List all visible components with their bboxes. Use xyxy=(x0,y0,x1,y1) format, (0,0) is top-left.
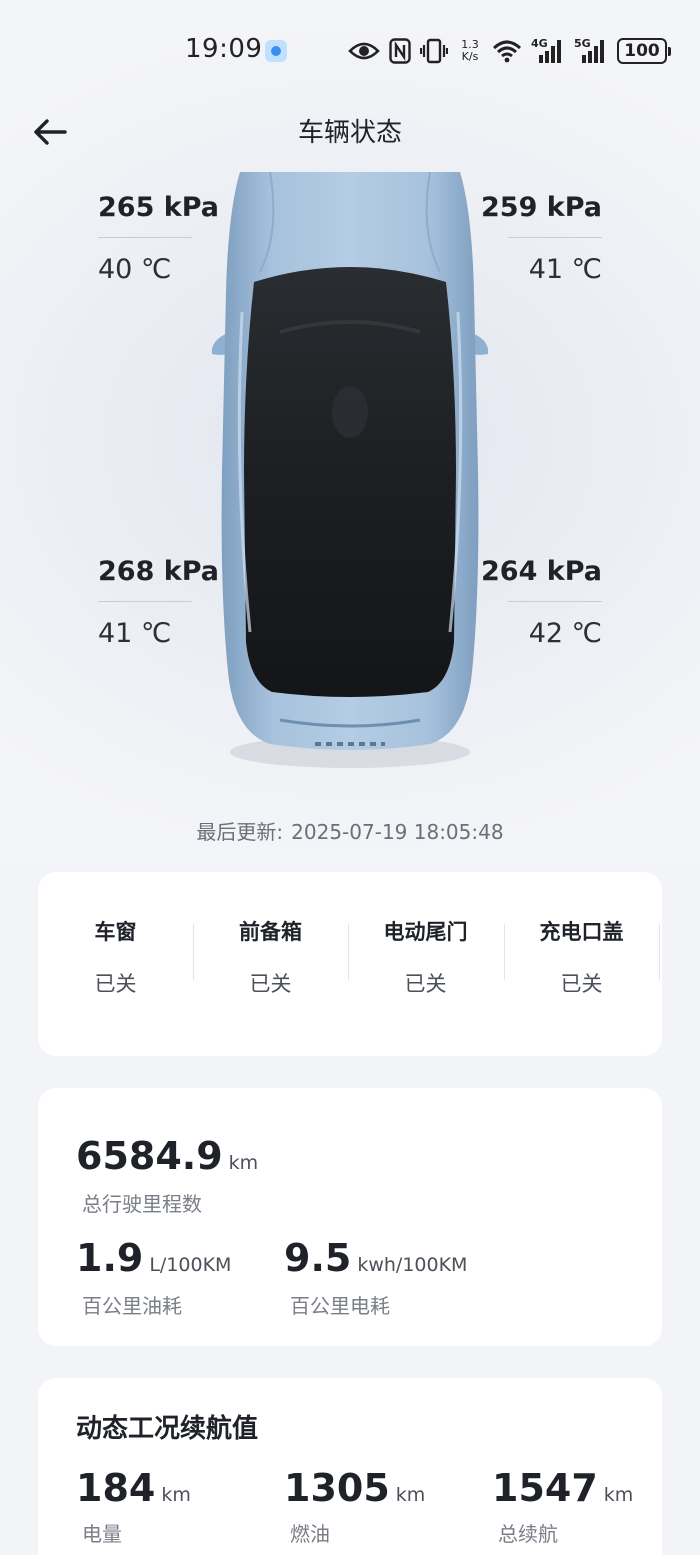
last-update: 最后更新: 2025-07-19 18:05:48 xyxy=(0,816,700,845)
range-value: 1305 xyxy=(284,1466,390,1510)
range-title: 动态工况续航值 xyxy=(76,1414,259,1444)
fuel-value: 1.9 xyxy=(76,1236,144,1280)
network-speed: 1.3 K/s xyxy=(457,39,483,63)
doors-status-card: 车窗 已关 前备箱 已关 电动尾门 已关 充电口盖 已关 xyxy=(38,872,662,1056)
divider xyxy=(98,237,192,238)
tire-temperature: 41 ℃ xyxy=(528,254,602,285)
tire-pressure: 264 kPa xyxy=(481,556,602,587)
divider xyxy=(508,237,602,238)
odometer-unit: km xyxy=(228,1152,259,1174)
power-consumption: 9.5 kwh/100KM xyxy=(284,1236,467,1280)
power-value: 9.5 xyxy=(284,1236,352,1280)
range-unit: km xyxy=(603,1484,634,1506)
door-status: 已关 xyxy=(249,972,292,996)
odometer-value: 6584.9 xyxy=(76,1134,223,1178)
tire-rear-right: 264 kPa 42 ℃ xyxy=(452,556,602,649)
power-label: 百公里电耗 xyxy=(290,1294,390,1318)
door-item-window[interactable]: 车窗 已关 xyxy=(38,916,193,998)
odometer: 6584.9 km xyxy=(76,1134,258,1178)
door-item-frunk[interactable]: 前备箱 已关 xyxy=(193,916,348,998)
range-card: 动态工况续航值 184 km 电量 1305 km 燃油 1547 km 总续航 xyxy=(38,1378,662,1555)
tire-front-right: 259 kPa 41 ℃ xyxy=(452,192,602,285)
odometer-label: 总行驶里程数 xyxy=(82,1192,202,1216)
range-total: 1547 km xyxy=(492,1466,633,1510)
range-value: 184 xyxy=(76,1466,156,1510)
fuel-unit: L/100KM xyxy=(149,1254,232,1276)
divider xyxy=(508,601,602,602)
fuel-consumption: 1.9 L/100KM xyxy=(76,1236,231,1280)
eye-icon xyxy=(348,42,380,60)
tire-pressure: 259 kPa xyxy=(481,192,602,223)
door-status: 已关 xyxy=(94,972,137,996)
tire-rear-left: 268 kPa 41 ℃ xyxy=(98,556,248,649)
door-label: 电动尾门 xyxy=(383,920,468,944)
door-label: 车窗 xyxy=(94,920,137,944)
tire-temperature: 42 ℃ xyxy=(528,618,602,649)
tire-pressure: 268 kPa xyxy=(98,556,219,587)
signal-bars-icon xyxy=(582,40,604,63)
mileage-stats-card: 6584.9 km 总行驶里程数 1.9 L/100KM 百公里油耗 9.5 kwh/… xyxy=(38,1088,662,1346)
range-label: 电量 xyxy=(82,1522,122,1546)
last-update-time: 2025-07-19 18:05:48 xyxy=(291,820,504,844)
door-item-charge-port[interactable]: 充电口盖 已关 xyxy=(504,916,659,998)
range-unit: km xyxy=(395,1484,426,1506)
fuel-label: 百公里油耗 xyxy=(82,1294,182,1318)
wifi-icon xyxy=(492,40,522,63)
door-label: 前备箱 xyxy=(239,920,302,944)
divider xyxy=(659,924,660,980)
power-unit: kwh/100KM xyxy=(357,1254,468,1276)
last-update-label: 最后更新: xyxy=(196,820,284,844)
door-item-tailgate[interactable]: 电动尾门 已关 xyxy=(348,916,503,998)
door-label: 充电口盖 xyxy=(539,920,624,944)
status-bar: 19:09 1.3 K/s 4G 5G 100 xyxy=(0,0,700,100)
range-fuel: 1305 km xyxy=(284,1466,425,1510)
door-status: 已关 xyxy=(560,972,603,996)
signal-4g: 4G xyxy=(531,37,565,65)
speed-unit: K/s xyxy=(461,50,479,63)
signal-5g: 5G xyxy=(574,37,608,65)
tire-temperature: 40 ℃ xyxy=(98,254,172,285)
range-battery: 184 km xyxy=(76,1466,191,1510)
tire-temperature: 41 ℃ xyxy=(98,618,172,649)
battery-level: 100 xyxy=(624,41,660,61)
range-value: 1547 xyxy=(492,1466,598,1510)
tire-front-left: 265 kPa 40 ℃ xyxy=(98,192,248,285)
app-indicator-icon xyxy=(265,40,287,62)
range-label: 总续航 xyxy=(498,1522,558,1546)
status-time: 19:09 xyxy=(185,34,263,64)
battery-icon: 100 xyxy=(617,38,671,64)
vibrate-icon xyxy=(420,38,448,64)
status-icons: 1.3 K/s 4G 5G 100 xyxy=(348,36,671,66)
page-title: 车辆状态 xyxy=(297,118,402,148)
divider xyxy=(98,601,192,602)
door-status: 已关 xyxy=(404,972,447,996)
tire-pressure: 265 kPa xyxy=(98,192,219,223)
range-unit: km xyxy=(161,1484,191,1506)
nfc-icon xyxy=(389,38,411,64)
range-label: 燃油 xyxy=(290,1522,330,1546)
signal-bars-icon xyxy=(539,40,561,63)
